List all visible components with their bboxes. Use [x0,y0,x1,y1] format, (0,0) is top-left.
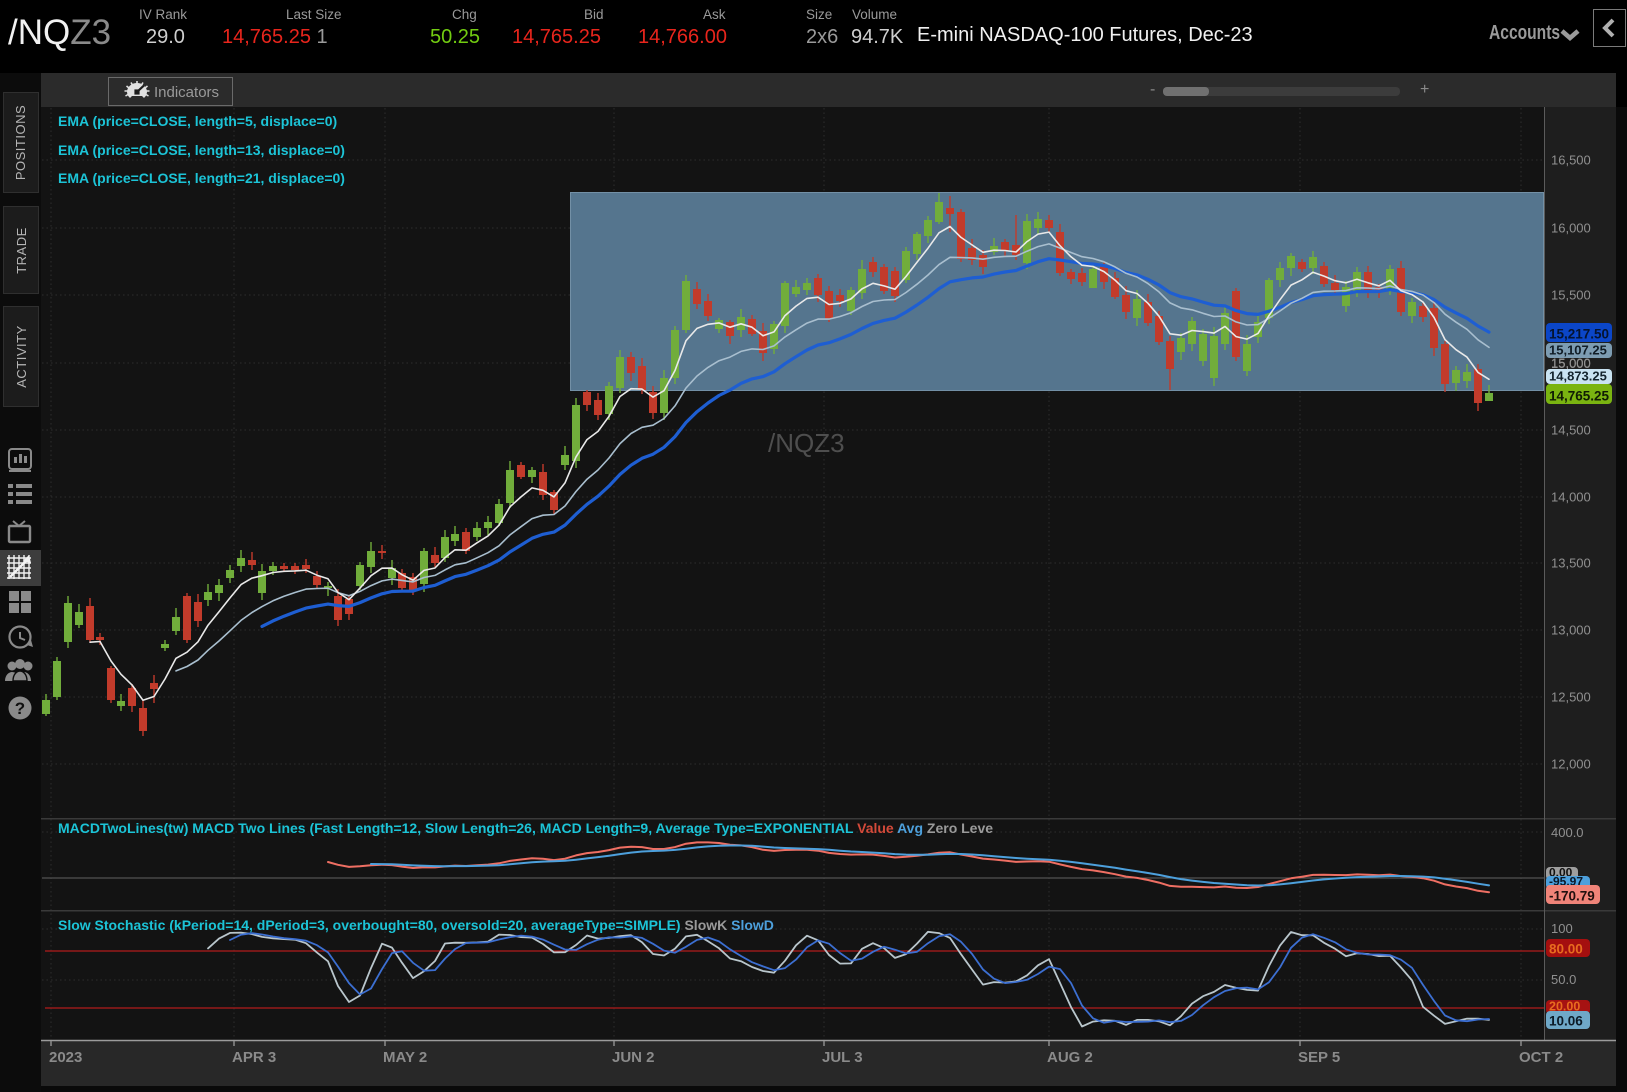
svg-text:?: ? [15,699,25,718]
svg-text:50.0: 50.0 [1551,972,1576,987]
svg-text:SEP 5: SEP 5 [1298,1049,1340,1066]
svg-text:400.0: 400.0 [1551,825,1584,840]
svg-text:15,107.25: 15,107.25 [1549,343,1607,358]
svg-text:/NQZ3: /NQZ3 [768,428,845,458]
svg-text:10.06: 10.06 [1549,1014,1583,1029]
svg-text:13,000: 13,000 [1551,623,1591,638]
svg-text:14,500: 14,500 [1551,423,1591,438]
svg-text:MAY 2: MAY 2 [383,1049,427,1066]
svg-text:16,000: 16,000 [1551,221,1591,236]
svg-text:12,500: 12,500 [1551,690,1591,705]
svg-text:APR 3: APR 3 [232,1049,276,1066]
svg-text:2023: 2023 [49,1049,82,1066]
svg-text:80.00: 80.00 [1549,942,1583,957]
svg-text:JUL 3: JUL 3 [822,1049,863,1066]
svg-text:Slow Stochastic (kPeriod=14, d: Slow Stochastic (kPeriod=14, dPeriod=3, … [58,917,774,933]
svg-text:15,217.50: 15,217.50 [1549,327,1609,342]
svg-text:16,500: 16,500 [1551,153,1591,168]
svg-text:MACDTwoLines(tw) MACD Two Line: MACDTwoLines(tw) MACD Two Lines (Fast Le… [58,820,993,836]
svg-text:EMA (price=CLOSE, length=21, d: EMA (price=CLOSE, length=21, displace=0) [58,170,345,186]
svg-text:-170.79: -170.79 [1549,889,1595,904]
svg-text:13,500: 13,500 [1551,556,1591,571]
svg-text:15,500: 15,500 [1551,288,1591,303]
svg-text:AUG 2: AUG 2 [1047,1049,1093,1066]
svg-text:EMA (price=CLOSE, length=5, di: EMA (price=CLOSE, length=5, displace=0) [58,113,337,129]
svg-text:EMA (price=CLOSE, length=13, d: EMA (price=CLOSE, length=13, displace=0) [58,142,345,158]
svg-text:OCT 2: OCT 2 [1519,1049,1563,1066]
svg-text:JUN 2: JUN 2 [612,1049,655,1066]
svg-text:14,765.25: 14,765.25 [1549,389,1610,404]
svg-text:12,000: 12,000 [1551,757,1591,772]
svg-text:14,000: 14,000 [1551,490,1591,505]
svg-text:14,873.25: 14,873.25 [1549,369,1607,384]
svg-text:100: 100 [1551,921,1573,936]
